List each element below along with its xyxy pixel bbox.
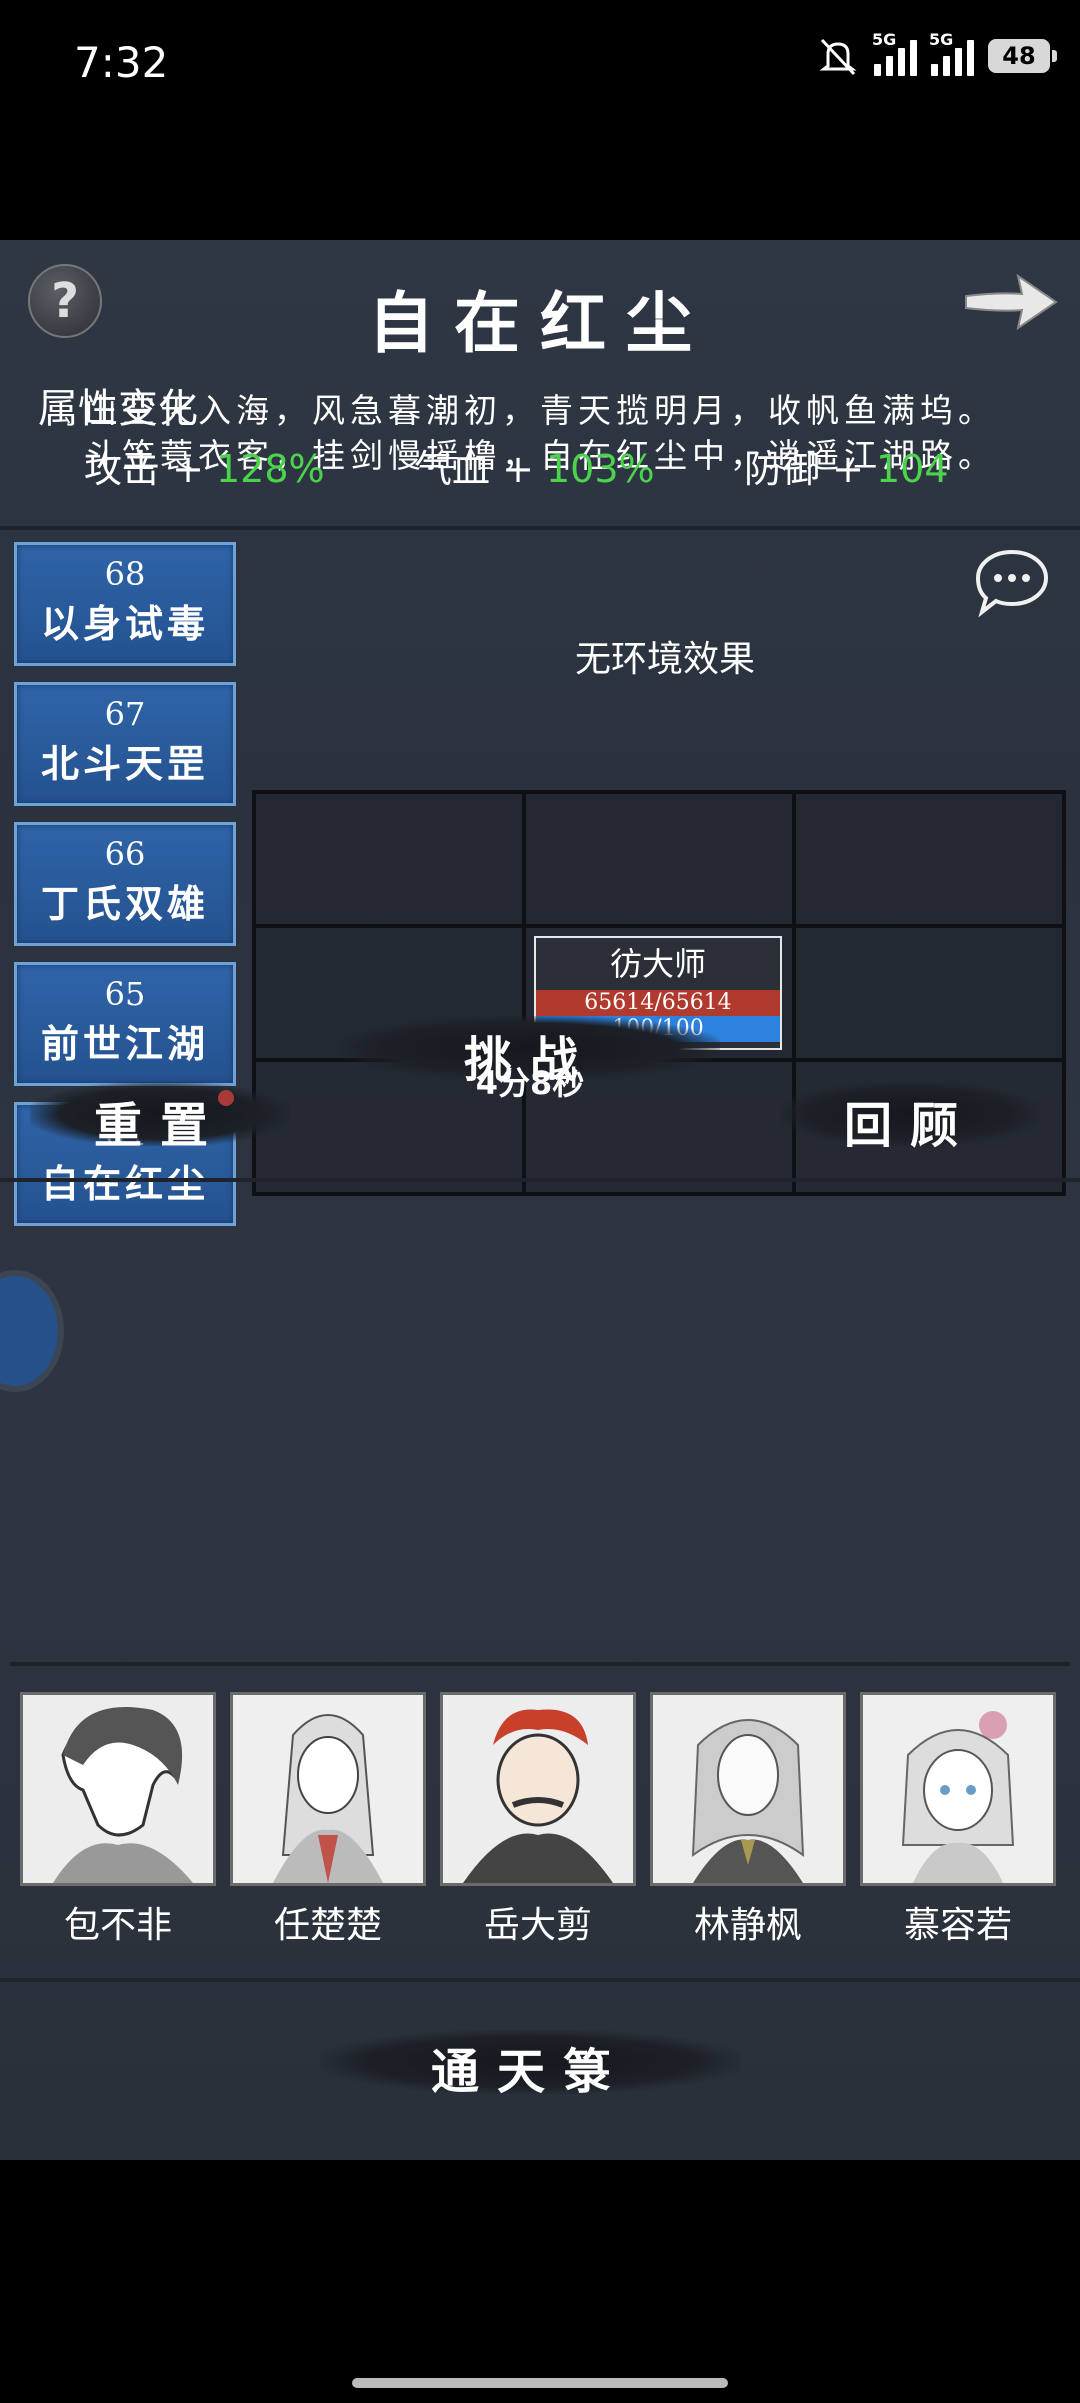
- enemy-hp-bar: 65614/65614: [536, 990, 780, 1016]
- stage-number: 66: [104, 835, 146, 873]
- signal-icon: 5G: [929, 30, 974, 76]
- attribute-value: 128%: [216, 447, 325, 491]
- tongtianlu-button[interactable]: 通天箓: [320, 2032, 740, 2102]
- attribute-hp: 气血 + 103%: [414, 438, 744, 493]
- divider: [10, 1662, 1070, 1666]
- hero-portrait: [230, 1692, 426, 1886]
- game-panel: ? 自在红尘 山空天入海，风急暮潮初，青天揽明月，收帆鱼满坞。 斗笠蓑衣客，挂剑…: [0, 240, 1080, 2160]
- grid-cell[interactable]: [794, 792, 1064, 926]
- divider: [0, 526, 1080, 530]
- hero-portrait: [20, 1692, 216, 1886]
- hero-portrait: [440, 1692, 636, 1886]
- environment-effect: 无环境效果: [574, 639, 755, 680]
- signal-icon: 5G: [872, 30, 917, 76]
- home-indicator[interactable]: [352, 2378, 728, 2388]
- stage-number: 65: [104, 975, 146, 1013]
- stage-item[interactable]: 68 以身试毒: [14, 542, 236, 666]
- hero-name: 任楚楚: [273, 1905, 382, 1946]
- grid-cell[interactable]: [794, 926, 1064, 1060]
- stage-name: 北斗天罡: [40, 741, 209, 786]
- hero-card[interactable]: 林静枫: [650, 1692, 846, 1948]
- stage-item[interactable]: 67 北斗天罡: [14, 682, 236, 806]
- attribute-value: 104: [876, 447, 949, 491]
- stage-name: 丁氏双雄: [40, 881, 209, 926]
- challenge-timer: 4分8秒: [475, 1064, 585, 1102]
- status-bar: 7:32 5G 5G 48: [0, 0, 1080, 130]
- stage-name: 以身试毒: [40, 601, 209, 646]
- hero-roster: 包不非 任楚楚 岳大剪 林静枫 慕容若: [20, 1692, 1070, 1948]
- hero-portrait: [860, 1692, 1056, 1886]
- stage-item[interactable]: 65 前世江湖: [14, 962, 236, 1086]
- attributes-title: 属性变化: [38, 386, 198, 432]
- stage-number: 67: [104, 695, 146, 733]
- hero-card[interactable]: 任楚楚: [230, 1692, 426, 1948]
- mute-icon: [819, 38, 857, 76]
- attribute-value: 103%: [546, 447, 655, 491]
- hero-name: 岳大剪: [483, 1905, 592, 1946]
- hero-portrait: [650, 1692, 846, 1886]
- network-type: 5G: [872, 30, 897, 49]
- review-button[interactable]: 回顾: [810, 1086, 1010, 1156]
- attribute-label: 气血 +: [414, 447, 546, 491]
- divider: [0, 1178, 1080, 1182]
- hero-name: 包不非: [63, 1905, 172, 1946]
- battery-icon: 48: [988, 39, 1057, 73]
- page-title: 自在红尘: [368, 284, 712, 362]
- hero-card[interactable]: 岳大剪: [440, 1692, 636, 1948]
- attribute-label: 攻击 +: [84, 447, 216, 491]
- attribute-label: 防御 +: [744, 447, 876, 491]
- hero-card[interactable]: 包不非: [20, 1692, 216, 1948]
- attribute-defense: 防御 + 104: [744, 438, 1074, 493]
- arrow-right-icon[interactable]: [960, 262, 1060, 342]
- hero-name: 林静枫: [693, 1905, 802, 1946]
- attribute-attack: 攻击 + 128%: [84, 438, 414, 493]
- notification-dot: [218, 1090, 234, 1106]
- attributes-row: 攻击 + 128% 气血 + 103% 防御 + 104: [84, 438, 1080, 493]
- side-drawer-tab[interactable]: [0, 1270, 64, 1392]
- system-nav-area: [0, 2160, 1080, 2403]
- chat-bubble-icon[interactable]: [972, 546, 1052, 618]
- grid-cell[interactable]: [254, 792, 524, 926]
- clock: 7:32: [74, 38, 169, 87]
- grid-cell[interactable]: [524, 792, 794, 926]
- divider: [0, 1978, 1080, 1982]
- hero-card[interactable]: 慕容若: [860, 1692, 1056, 1948]
- network-type: 5G: [929, 30, 954, 49]
- stage-item[interactable]: 66 丁氏双雄: [14, 822, 236, 946]
- hero-name: 慕容若: [903, 1905, 1012, 1946]
- enemy-name: 彷大师: [609, 945, 706, 983]
- status-icons: 5G 5G 48: [816, 30, 1057, 76]
- stage-name: 前世江湖: [40, 1021, 209, 1066]
- stage-number: 68: [104, 555, 146, 593]
